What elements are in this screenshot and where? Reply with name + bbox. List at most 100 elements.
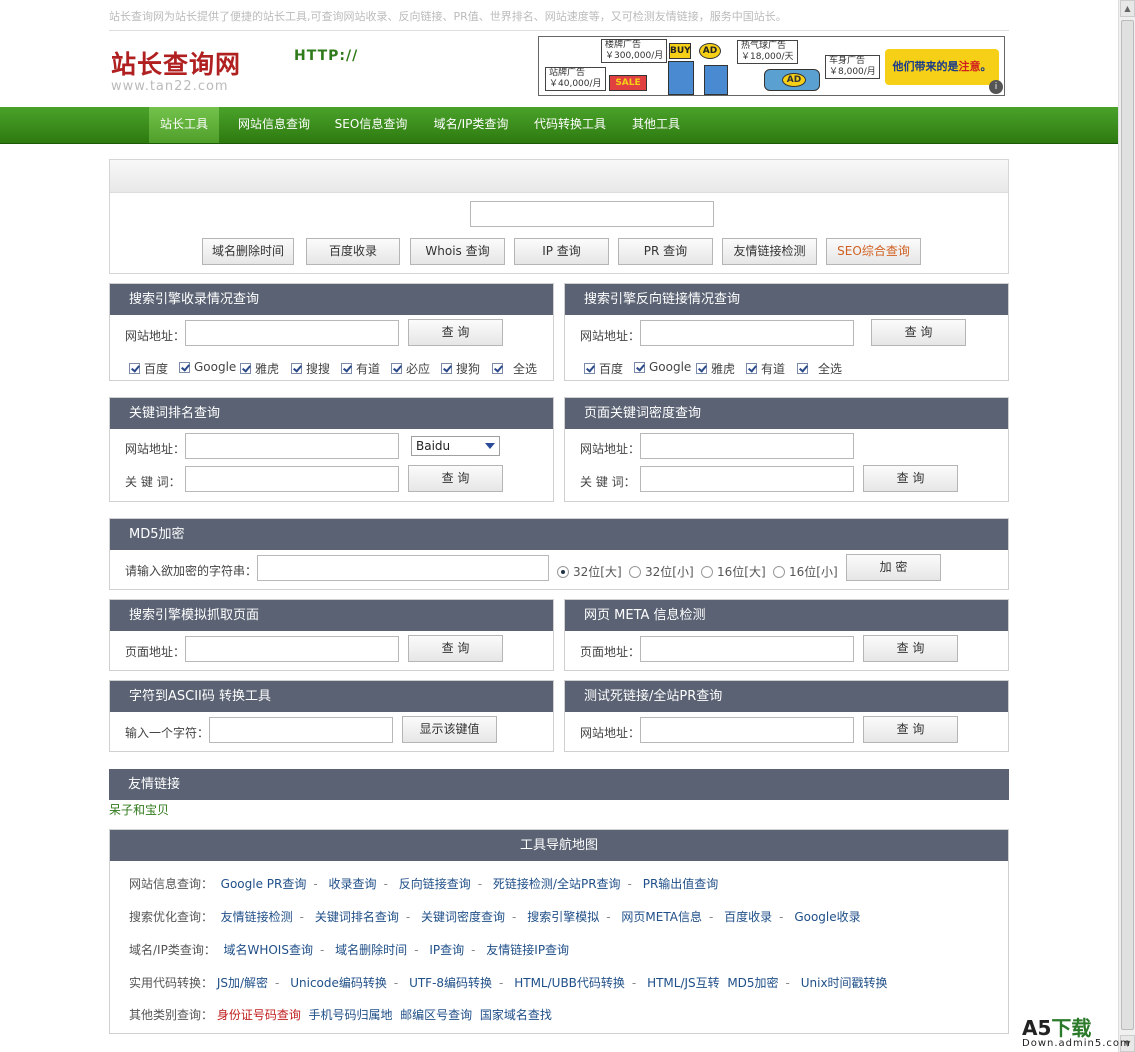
sitemap-link[interactable]: Unix时间戳转换 [801, 976, 888, 990]
engine-checkbox-yahoo[interactable]: 雅虎 [240, 360, 279, 377]
backlink-checkbox-select-all[interactable]: 全选 [797, 360, 842, 377]
engine-checkbox-select-all[interactable]: 全选 [492, 360, 537, 377]
sitemap-link[interactable]: 收录查询 [329, 877, 377, 891]
backlink-query-button[interactable]: 查 询 [871, 319, 966, 346]
md5-encrypt-button[interactable]: 加 密 [846, 554, 941, 581]
site-address-label: 网站地址： [580, 329, 641, 343]
engine-checkbox-baidu[interactable]: 百度 [129, 360, 168, 377]
backlink-checkbox-baidu[interactable]: 百度 [584, 360, 623, 377]
sitemap-link[interactable]: 国家域名查找 [480, 1008, 552, 1022]
keyword-density-keyword-input[interactable] [640, 466, 854, 492]
show-key-value-button[interactable]: 显示该键值 [402, 716, 497, 743]
md5-option-16-lower[interactable]: 16位[小] [773, 563, 838, 580]
sitemap-link[interactable]: 搜索引擎模拟 [527, 910, 599, 924]
backlink-checkbox-yahoo[interactable]: 雅虎 [696, 360, 735, 377]
scroll-up-arrow-icon[interactable]: ▲ [1120, 0, 1135, 17]
md5-option-32-upper[interactable]: 32位[大] [557, 563, 622, 580]
sitemap-link[interactable]: UTF-8编码转换 [409, 976, 492, 990]
keyword-rank-site-input[interactable] [185, 433, 399, 459]
friend-link-check-button[interactable]: 友情链接检测 [722, 238, 817, 265]
nav-item-site-info[interactable]: 网站信息查询 [228, 107, 320, 143]
meta-query-button[interactable]: 查 询 [863, 635, 958, 662]
keyword-rank-keyword-input[interactable] [185, 466, 399, 492]
keyword-rank-query-button[interactable]: 查 询 [408, 465, 503, 492]
index-query-button[interactable]: 查 询 [408, 319, 503, 346]
sitemap-link[interactable]: 域名删除时间 [335, 943, 407, 957]
panel-title: 搜索引擎模拟抓取页面 [110, 600, 553, 631]
engine-checkbox-sogou[interactable]: 搜狗 [441, 360, 480, 377]
vertical-scrollbar[interactable]: ▲ ▼ [1118, 0, 1135, 1052]
seo-overall-button[interactable]: SEO综合查询 [826, 238, 921, 265]
ascii-char-input[interactable] [209, 717, 393, 743]
sitemap-link[interactable]: 友情链接检测 [221, 910, 293, 924]
engine-checkbox-youdao[interactable]: 有道 [341, 360, 380, 377]
sitemap-link[interactable]: HTML/JS互转 [647, 976, 720, 990]
ip-query-button[interactable]: IP 查询 [514, 238, 609, 265]
deadlink-site-input[interactable] [640, 717, 854, 743]
sitemap-link[interactable]: Unicode编码转换 [290, 976, 387, 990]
backlink-checkbox-youdao[interactable]: 有道 [746, 360, 785, 377]
engine-checkbox-soso[interactable]: 搜搜 [291, 360, 330, 377]
sitemap-link[interactable]: Google收录 [794, 910, 860, 924]
md5-string-input[interactable] [257, 555, 549, 581]
keyword-density-query-button[interactable]: 查 询 [863, 465, 958, 492]
ad-info-icon[interactable]: i [989, 80, 1003, 94]
whois-button[interactable]: Whois 查询 [410, 238, 505, 265]
md5-option-32-lower[interactable]: 32位[小] [629, 563, 694, 580]
nav-item-domain-ip[interactable]: 域名/IP类查询 [424, 107, 518, 143]
domain-delete-time-button[interactable]: 域名删除时间 [202, 238, 294, 265]
page-address-label: 页面地址： [580, 645, 641, 659]
index-site-input[interactable] [185, 320, 399, 346]
sitemap-row-seo: 搜索优化查询： 友情链接检测 - 关键词排名查询 - 关键词密度查询 - 搜索引擎模拟… [129, 910, 861, 924]
sitemap-link[interactable]: JS加/解密 [217, 976, 268, 990]
spider-page-input[interactable] [185, 636, 399, 662]
sitemap-link[interactable]: MD5加密 [727, 976, 778, 990]
url-input[interactable] [470, 201, 714, 227]
sitemap-link[interactable]: 百度收录 [724, 910, 772, 924]
sitemap-link[interactable]: HTML/UBB代码转换 [514, 976, 625, 990]
panel-title: 搜索引擎收录情况查询 [110, 284, 553, 315]
backlink-site-input[interactable] [640, 320, 854, 346]
sitemap-row-other: 其他类别查询： 身份证号码查询 手机号码归属地 邮编区号查询 国家域名查找 [129, 1008, 552, 1022]
sitemap-link[interactable]: Google PR查询 [221, 877, 307, 891]
sitemap-link[interactable]: PR输出值查询 [643, 877, 719, 891]
baidu-index-button[interactable]: 百度收录 [306, 238, 400, 265]
scrollbar-thumb[interactable] [1121, 20, 1134, 1030]
deadlink-query-button[interactable]: 查 询 [863, 716, 958, 743]
md5-option-16-upper[interactable]: 16位[大] [701, 563, 766, 580]
bus-ad-icon: AD [782, 73, 806, 87]
ad-balloon-icon: AD [699, 43, 721, 59]
friend-link-item[interactable]: 呆子和宝贝 [109, 801, 169, 818]
nav-item-code-convert[interactable]: 代码转换工具 [527, 107, 613, 143]
sitemap-link[interactable]: 友情链接IP查询 [486, 943, 569, 957]
spider-query-button[interactable]: 查 询 [408, 635, 503, 662]
sitemap-link[interactable]: IP查询 [429, 943, 464, 957]
sitemap-link[interactable]: 手机号码归属地 [309, 1008, 393, 1022]
sitemap-link[interactable]: 关键词排名查询 [315, 910, 399, 924]
engine-checkbox-bing[interactable]: 必应 [391, 360, 430, 377]
tool-sitemap-panel: 工具导航地图 [109, 829, 1009, 1034]
engine-checkbox-google[interactable]: Google [179, 360, 236, 374]
header-banner-ad[interactable]: 楼牌广告 ￥300,000/月 BUY AD SALE 热气球广告 ￥18,00… [538, 36, 1005, 96]
http-prefix-label: HTTP:// [294, 48, 359, 64]
sitemap-row-code-convert: 实用代码转换： JS加/解密 - Unicode编码转换 - UTF-8编码转换 - … [129, 976, 888, 990]
nav-item-seo-info[interactable]: SEO信息查询 [328, 107, 414, 143]
sitemap-link[interactable]: 网页META信息 [621, 910, 702, 924]
sitemap-link[interactable]: 身份证号码查询 [217, 1008, 301, 1022]
sale-sign-icon: SALE [609, 75, 647, 91]
building-icon [668, 61, 694, 95]
sitemap-link[interactable]: 邮编区号查询 [400, 1008, 472, 1022]
nav-item-webmaster-tools[interactable]: 站长工具 [149, 107, 219, 143]
sitemap-link[interactable]: 关键词密度查询 [421, 910, 505, 924]
backlink-checkbox-google[interactable]: Google [634, 360, 691, 374]
sitemap-link[interactable]: 死链接检测/全站PR查询 [493, 877, 621, 891]
meta-page-input[interactable] [640, 636, 854, 662]
nav-item-other-tools[interactable]: 其他工具 [624, 107, 688, 143]
sitemap-link[interactable]: 反向链接查询 [399, 877, 471, 891]
sitemap-link[interactable]: 域名WHOIS查询 [223, 943, 313, 957]
search-engine-select[interactable]: Baidu [411, 436, 500, 456]
site-logo[interactable]: 站长查询网 www.tan22.com [111, 45, 241, 94]
banner-slogan: 他们带来的是注意。 [885, 49, 999, 85]
keyword-density-site-input[interactable] [640, 433, 854, 459]
pr-query-button[interactable]: PR 查询 [618, 238, 713, 265]
